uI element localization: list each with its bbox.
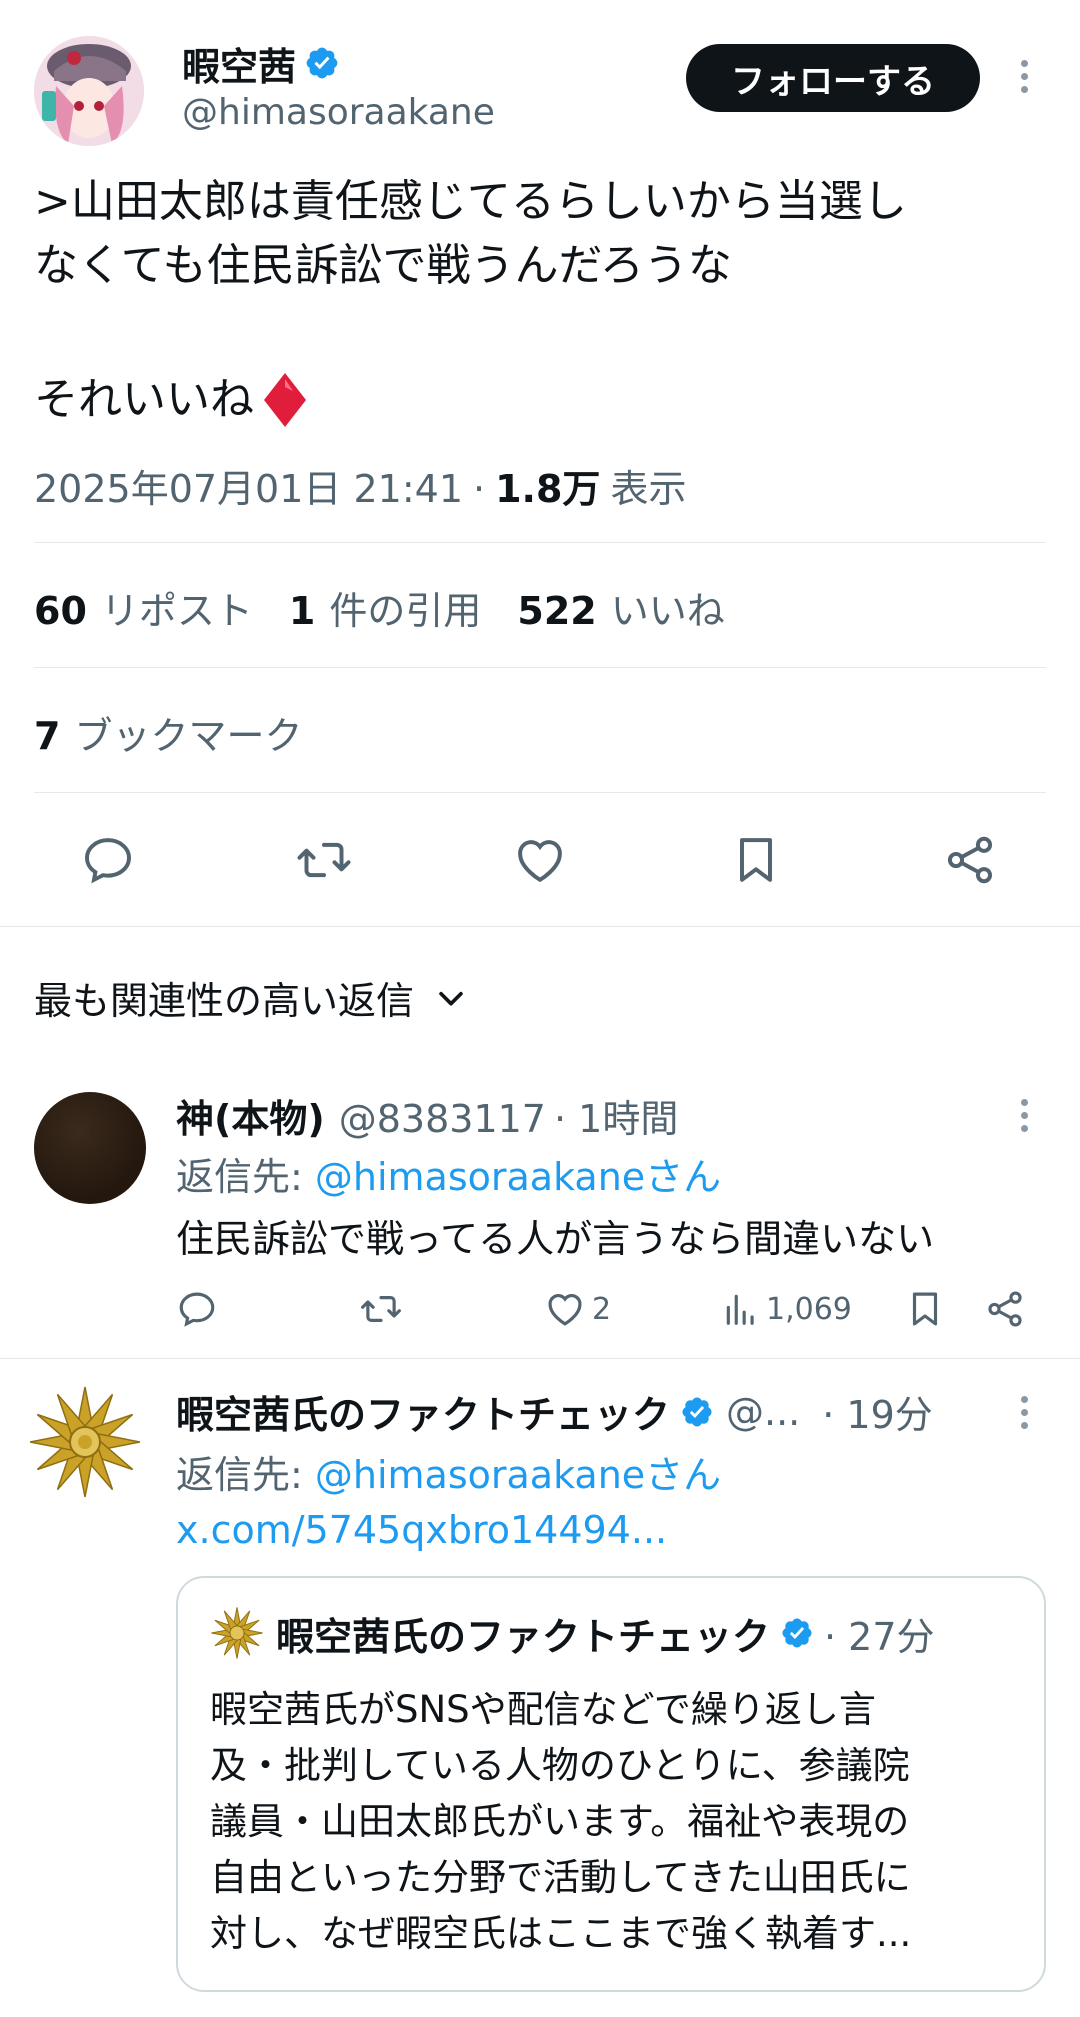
reply-header: 暇空茜氏のファクトチェック @... · 19分 xyxy=(176,1384,933,1439)
follow-button[interactable]: フォローする xyxy=(686,44,980,112)
post-text-line: それいいね xyxy=(34,374,254,425)
engagement-stats: 60 リポスト 1 件の引用 522 いいね xyxy=(34,580,725,635)
share-icon xyxy=(988,1291,1022,1327)
reply-more-options-icon[interactable] xyxy=(1016,1396,1032,1435)
repost-icon xyxy=(361,1296,401,1322)
views-chart-icon xyxy=(726,1294,754,1325)
reply-author-name[interactable]: 神(本物) xyxy=(176,1088,325,1143)
quoted-time: · 27分 xyxy=(824,1614,935,1659)
chevron-down-icon xyxy=(439,991,463,1006)
quoted-text-line: 議員・山田太郎氏がいます。福祉や表現の xyxy=(210,1800,910,1843)
repost-count[interactable]: 60 リポスト xyxy=(34,580,253,635)
reply-views-button[interactable]: 1,069 xyxy=(722,1288,852,1330)
post-timestamp[interactable]: 2025年07月01日 21:41 xyxy=(34,458,463,513)
repost-button[interactable] xyxy=(294,832,354,888)
chrysanthemum-emblem-icon xyxy=(29,1386,141,1498)
reply-button[interactable] xyxy=(80,832,136,888)
reply-view-count: 1,069 xyxy=(766,1291,852,1327)
view-label: 表示 xyxy=(610,467,687,511)
reply-avatar[interactable] xyxy=(29,1384,141,1500)
replies-sort-label: 最も関連性の高い返信 xyxy=(34,979,415,1023)
reply-reply-button[interactable] xyxy=(176,1288,218,1330)
chrysanthemum-emblem-icon xyxy=(211,1607,263,1659)
reply-share-button[interactable] xyxy=(984,1288,1026,1330)
reply-more-options-icon[interactable] xyxy=(1016,1099,1032,1138)
author-handle[interactable]: @himasoraakane xyxy=(182,92,495,133)
repost-icon xyxy=(297,842,351,878)
quoted-author-name: 暇空茜氏のファクトチェック xyxy=(276,1614,771,1659)
quoted-text-line: 及・批判している人物のひとりに、参議院 xyxy=(210,1744,910,1787)
quoted-text-line: 暇空茜氏がSNSや配信などで繰り返し言 xyxy=(210,1688,876,1731)
verified-badge-icon xyxy=(306,47,338,79)
reply-like-count: 2 xyxy=(592,1291,612,1327)
reply-author-name[interactable]: 暇空茜氏のファクトチェック xyxy=(176,1384,670,1439)
bookmark-button[interactable] xyxy=(728,832,784,888)
share-icon xyxy=(947,836,993,884)
post-text: >山田太郎は責任感じてるらしいから当選し なくても住民訴訟で戦うんだろうな それ… xyxy=(34,170,1054,432)
reply-header: 神(本物) @8383117 · 1時間 xyxy=(176,1088,678,1143)
like-count[interactable]: 522 いいね xyxy=(517,580,724,635)
view-count: 1.8万 xyxy=(495,467,601,511)
quoted-post-card[interactable]: 暇空茜氏のファクトチェック · 27分 暇空茜氏がSNSや配信などで繰り返し言 … xyxy=(176,1576,1046,1992)
post-meta: 2025年07月01日 21:41 · 1.8万 表示 xyxy=(34,458,686,513)
quoted-text-line: 自由といった分野で活動してきた山田氏に xyxy=(210,1856,911,1899)
reply-author-handle[interactable]: @... xyxy=(726,1390,800,1434)
diamond-red-icon xyxy=(264,373,306,427)
quote-count[interactable]: 1 件の引用 xyxy=(289,580,481,635)
more-options-icon[interactable] xyxy=(1016,60,1032,99)
share-button[interactable] xyxy=(942,832,998,888)
follow-button-label: フォローする xyxy=(731,61,935,102)
quoted-text-line: 対し、なぜ暇空氏はここまで強く執着す... xyxy=(210,1912,912,1955)
reply-repost-button[interactable] xyxy=(358,1288,404,1330)
reply-bookmark-button[interactable] xyxy=(904,1288,946,1330)
verified-badge-icon xyxy=(682,1396,712,1427)
like-button[interactable] xyxy=(512,832,568,888)
bookmark-count[interactable]: 7 ブックマーク xyxy=(34,705,302,760)
verified-badge-icon xyxy=(782,1618,812,1648)
reply-time[interactable]: · 19分 xyxy=(822,1384,933,1439)
reply-avatar[interactable] xyxy=(34,1092,146,1204)
author-name[interactable]: 暇空茜 xyxy=(182,36,296,91)
heart-icon xyxy=(548,1294,582,1326)
reply-like-button[interactable]: 2 xyxy=(544,1288,611,1330)
reply-to: 返信先: @himasoraakaneさん xyxy=(176,1453,722,1497)
reply-to-link[interactable]: @himasoraakaneさん xyxy=(315,1453,721,1497)
quoted-text: 暇空茜氏がSNSや配信などで繰り返し言 及・批判している人物のひとりに、参議院 … xyxy=(210,1682,1030,1962)
reply-icon xyxy=(179,1292,215,1327)
reply-to: 返信先: @himasoraakaneさん xyxy=(176,1155,722,1199)
author-avatar[interactable] xyxy=(34,36,144,146)
bookmark-icon xyxy=(740,838,772,882)
heart-icon xyxy=(518,840,562,883)
post-text-line: なくても住民訴訟で戦うんだろうな xyxy=(34,240,732,291)
reply-external-link[interactable]: x.com/5745qxbro14494... xyxy=(176,1508,667,1552)
bookmark-icon xyxy=(912,1292,938,1326)
reply-time[interactable]: · 1時間 xyxy=(554,1088,678,1143)
reply-author-handle[interactable]: @8383117 xyxy=(339,1097,546,1141)
reply-icon xyxy=(85,838,131,884)
reply-text: 住民訴訟で戦ってる人が言うなら間違いない xyxy=(176,1217,935,1261)
reply-to-link[interactable]: @himasoraakaneさん xyxy=(315,1155,721,1199)
replies-sort-dropdown[interactable]: 最も関連性の高い返信 xyxy=(34,970,468,1025)
post-text-line: >山田太郎は責任感じてるらしいから当選し xyxy=(34,176,907,227)
